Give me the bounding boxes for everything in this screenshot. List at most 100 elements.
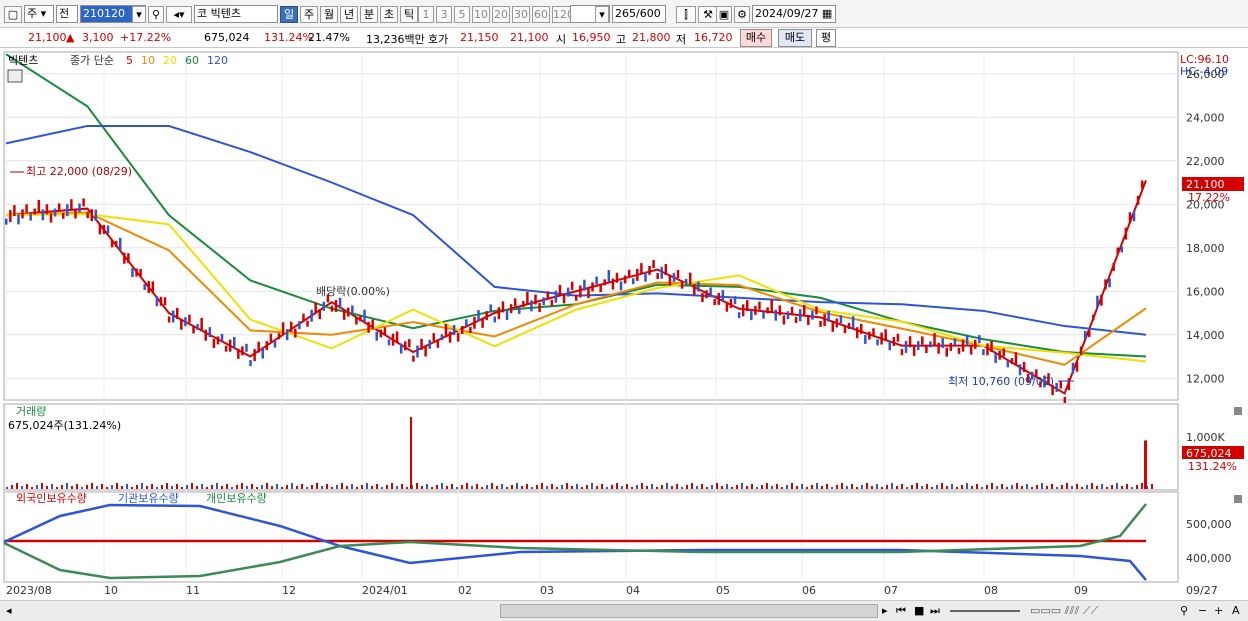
candle	[648, 265, 651, 275]
sell-button[interactable]: 매도	[778, 29, 812, 47]
search-icon[interactable]: ⚲	[1180, 604, 1188, 617]
legend-stock-name: 빅텐츠	[8, 54, 38, 67]
market-select-1[interactable]: 주 ▾	[24, 5, 54, 23]
candle	[758, 301, 761, 310]
volume-bar	[196, 486, 198, 489]
candle	[281, 322, 285, 335]
period-button-6[interactable]: 틱	[400, 6, 418, 23]
zoom-slider[interactable]	[950, 610, 1020, 612]
candle	[143, 283, 146, 290]
period-button-0[interactable]: 일	[280, 6, 298, 23]
exchange-label: 코	[197, 7, 208, 20]
volume-bar	[881, 487, 883, 489]
candle	[257, 341, 260, 353]
font-size-icon[interactable]: A	[1232, 604, 1240, 617]
candle	[933, 333, 936, 346]
eval-button[interactable]: 평	[816, 29, 836, 47]
minute-button-60[interactable]: 60	[532, 6, 550, 23]
candle-type-icon[interactable]: ⫿	[676, 6, 696, 23]
candle	[1096, 295, 1099, 308]
volume-bar	[731, 487, 733, 489]
minute-button-3[interactable]: 3	[436, 6, 452, 23]
period-button-5[interactable]: 초	[380, 6, 398, 23]
candle	[171, 310, 175, 323]
volume-bar	[116, 483, 118, 489]
volume-bar	[201, 484, 203, 489]
candle	[778, 305, 782, 316]
candle	[990, 340, 993, 352]
candle	[627, 269, 631, 277]
code-dropdown-icon[interactable]: ▾	[132, 6, 146, 23]
period-button-4[interactable]: 분	[360, 6, 378, 23]
candle	[697, 281, 700, 292]
scroll-left-icon[interactable]: ◂	[6, 604, 12, 617]
calendar-icon[interactable]	[7, 69, 23, 83]
volume-bar	[321, 486, 323, 489]
first-icon[interactable]: ⏮	[896, 604, 906, 618]
candle	[192, 326, 195, 334]
blank-dropdown-icon[interactable]: ▾	[595, 6, 609, 23]
window-icon[interactable]: ▢	[4, 6, 22, 23]
period-button-3[interactable]: 년	[340, 6, 358, 23]
volume-close-icon[interactable]	[1234, 407, 1242, 415]
scroll-thumb[interactable]	[500, 604, 878, 618]
count-field[interactable]: 265/600	[612, 5, 666, 23]
volume-bar	[671, 486, 673, 489]
market-select-2[interactable]: 전	[56, 5, 78, 23]
candle	[314, 302, 317, 314]
date-field[interactable]: 2024/09/27 ▦	[752, 5, 836, 23]
volume-bar	[511, 485, 513, 489]
stop-icon[interactable]: ■	[914, 604, 924, 617]
stock-name: 빅텐츠	[210, 7, 241, 20]
period-button-1[interactable]: 주	[300, 6, 318, 23]
candle	[770, 299, 773, 312]
volume-bar	[821, 486, 823, 489]
period-button-2[interactable]: 월	[320, 6, 338, 23]
volume-bar	[706, 487, 708, 489]
volume-bar	[96, 486, 98, 489]
volume-bar	[131, 487, 133, 489]
minute-button-10[interactable]: 10	[472, 6, 490, 23]
volume-bar	[206, 487, 208, 489]
volume-bar	[876, 484, 878, 489]
zoom-in-icon[interactable]: +	[1214, 604, 1223, 617]
minute-button-30[interactable]: 30	[512, 6, 530, 23]
tools-icon[interactable]: ⚒	[698, 6, 718, 23]
volume-bar	[161, 485, 163, 489]
gear-icon[interactable]: ⚙	[734, 6, 750, 23]
candle	[1088, 329, 1091, 337]
volume-bar	[676, 484, 678, 489]
minute-button-20[interactable]: 20	[492, 6, 510, 23]
minute-button-1[interactable]: 1	[418, 6, 434, 23]
candle	[110, 240, 114, 248]
speaker-icon[interactable]: ◂▾	[166, 6, 192, 23]
holding-close-icon[interactable]	[1234, 495, 1242, 503]
candle	[949, 342, 953, 351]
volume-bar	[951, 484, 953, 489]
drawing-tools-icon[interactable]: ▭▭▭ ⫽⫽⫽ ⟋⟋	[1030, 604, 1098, 618]
volume-bar	[146, 486, 148, 489]
volume-bar	[576, 484, 578, 489]
volume-bar	[921, 486, 923, 489]
volume-tick: 1,000K	[1186, 431, 1225, 444]
search-icon[interactable]: ⚲	[148, 6, 164, 23]
scroll-right-icon[interactable]: ▸	[882, 604, 888, 617]
last-icon[interactable]: ⏭	[930, 604, 940, 618]
volume-bar	[756, 487, 758, 489]
bottom-scrollbar[interactable]: ◂ ▸ ⏮ ■ ⏭ ▭▭▭ ⫽⫽⫽ ⟋⟋ ⚲ − + A	[0, 600, 1248, 621]
candle	[811, 310, 814, 320]
stock-chart[interactable]: 26,00024,00022,00020,00018,00016,00014,0…	[0, 48, 1248, 600]
candle	[200, 317, 203, 330]
volume-bar	[111, 485, 113, 489]
candle	[21, 209, 24, 219]
stock-name-field[interactable]: 코 빅텐츠	[194, 5, 278, 23]
buy-button[interactable]: 매수	[740, 29, 772, 47]
volume-bar	[361, 485, 363, 489]
save-icon[interactable]: ▣	[716, 6, 732, 23]
zoom-out-icon[interactable]: −	[1198, 604, 1207, 617]
minute-button-5[interactable]: 5	[454, 6, 470, 23]
candle	[505, 309, 509, 320]
candle	[273, 340, 277, 348]
candle	[611, 278, 615, 290]
count-value: 265	[615, 7, 636, 20]
